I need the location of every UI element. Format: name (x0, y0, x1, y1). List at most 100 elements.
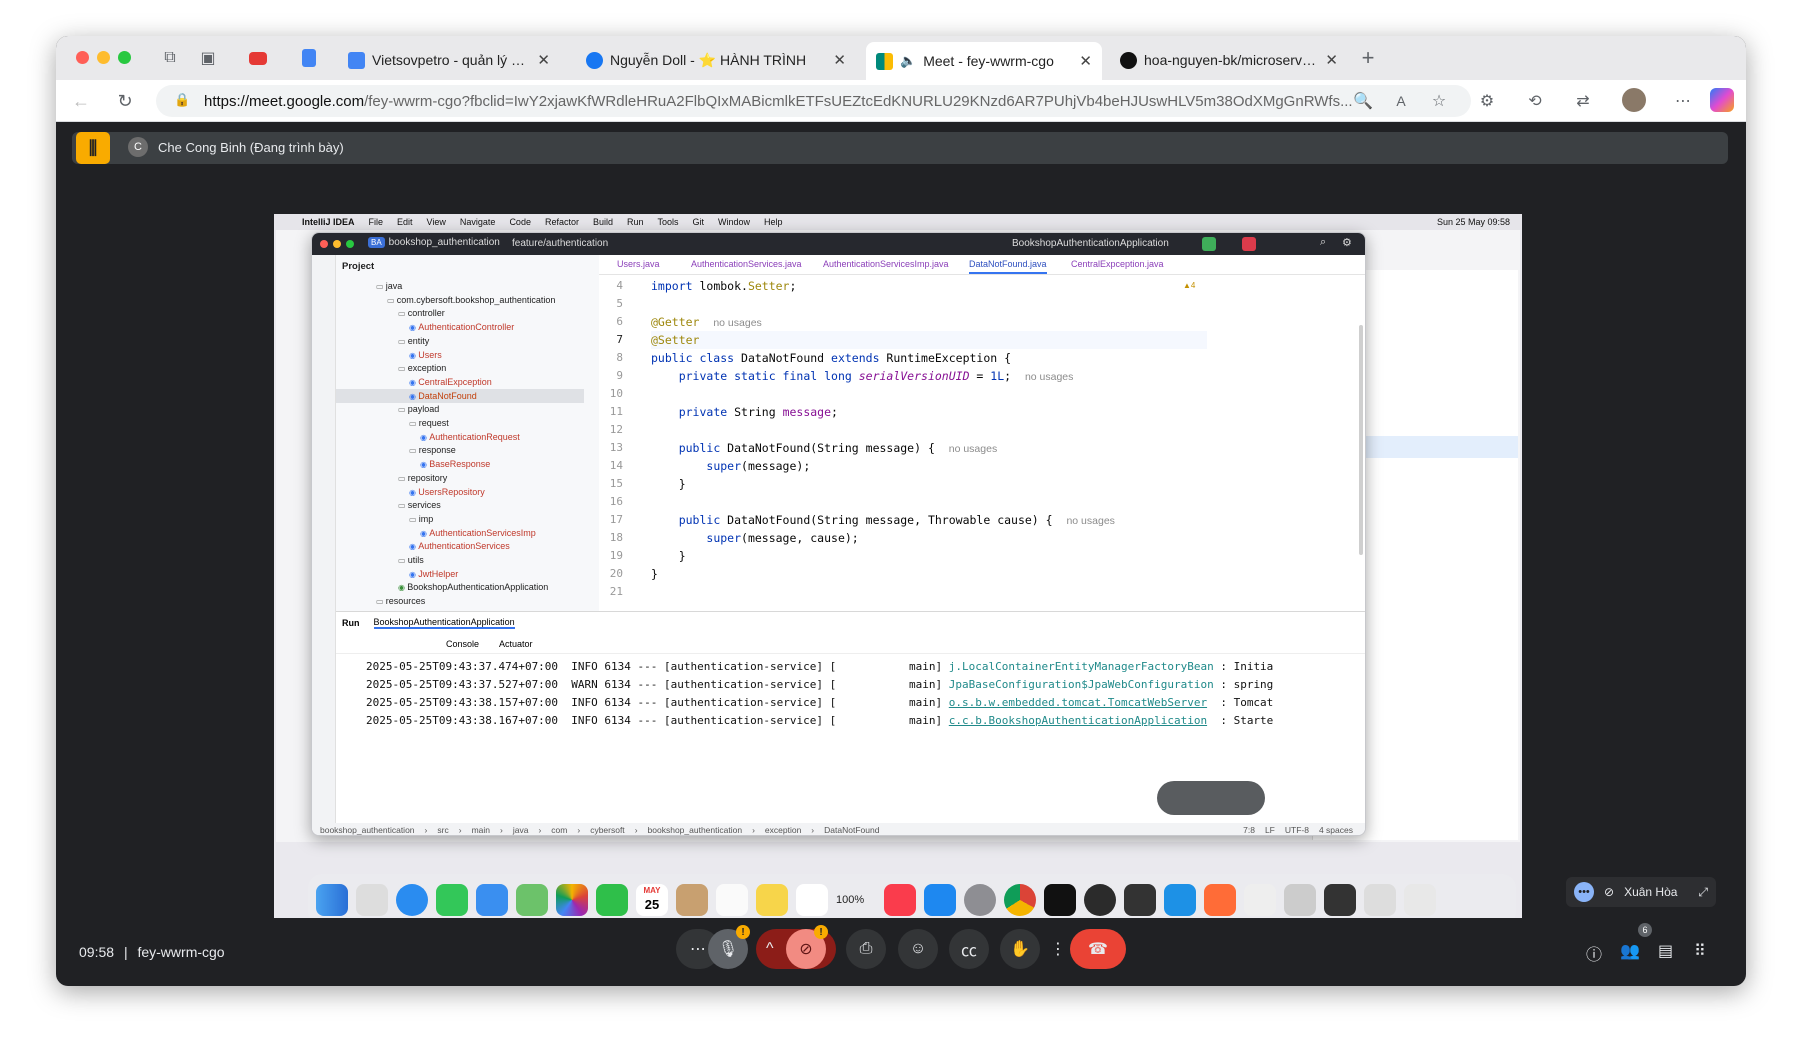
info-icon[interactable]: ⓘ (1586, 941, 1602, 965)
tab-data-not-found[interactable]: DataNotFound.java (969, 259, 1047, 274)
notes-icon[interactable] (756, 884, 788, 916)
warnings-indicator[interactable]: ▲4 (1183, 281, 1195, 290)
close-tab-icon[interactable]: ✕ (1079, 52, 1092, 70)
finder-icon[interactable] (316, 884, 348, 916)
tree-file[interactable]: ◉ DataNotFound (336, 388, 584, 403)
document-icon[interactable] (1284, 884, 1316, 916)
tree-file[interactable]: ◉ JwtHelper (336, 567, 584, 581)
tab-authentication-services[interactable]: AuthenticationServices.java (691, 259, 802, 269)
tree-folder[interactable]: ▭ controller (336, 306, 584, 320)
freeform-icon[interactable] (796, 884, 828, 916)
tree-folder[interactable]: ▭ resources (336, 594, 584, 608)
meet-floating-controls[interactable] (1157, 781, 1265, 815)
favorite-star-icon[interactable]: ☆ (1428, 90, 1450, 112)
cursor-position[interactable]: 7:8 (1243, 825, 1255, 835)
more-menu-icon[interactable]: ⋯ (1672, 90, 1694, 112)
docker-icon[interactable] (1164, 884, 1196, 916)
tab-central-expception[interactable]: CentralExpception.java (1071, 259, 1164, 269)
tree-folder[interactable]: ▭ com.cybersoft.bookshop_authentication (336, 293, 584, 307)
close-tab-icon[interactable]: ✕ (833, 51, 846, 69)
tab-github[interactable]: hoa-nguyen-bk/microservice_ ✕ (1110, 42, 1348, 78)
intellij-icon[interactable] (1044, 884, 1076, 916)
raise-hand-button[interactable]: ✋ (1000, 929, 1040, 969)
run-icon[interactable] (1202, 237, 1216, 251)
reminders-icon[interactable] (716, 884, 748, 916)
breadcrumb[interactable]: DataNotFound (824, 825, 879, 835)
minimize-window-button[interactable] (97, 51, 110, 64)
obs-icon[interactable] (1084, 884, 1116, 916)
chat-icon[interactable]: ▤ (1658, 941, 1673, 961)
tab-users-java[interactable]: Users.java (617, 259, 660, 269)
tab-meet[interactable]: 🔈 Meet - fey-wwrm-cgo ✕ (866, 42, 1102, 80)
console-tab[interactable]: Console (446, 639, 479, 649)
zoom-icon[interactable]: 🔍 (1352, 90, 1374, 112)
tree-file[interactable]: ◉ UsersRepository (336, 485, 584, 499)
tree-file[interactable]: ◉ AuthenticationServices (336, 539, 584, 553)
end-call-button[interactable]: ☎ (1070, 929, 1126, 969)
workspaces-icon[interactable]: ⧉ (160, 48, 180, 68)
branch-selector[interactable]: feature/authentication (512, 238, 608, 249)
back-icon[interactable]: ← (70, 90, 92, 112)
share-icon[interactable]: ⇄ (1572, 90, 1594, 112)
tree-file[interactable]: ◉ AuthenticationController (336, 320, 584, 334)
launchpad-icon[interactable] (356, 884, 388, 916)
tree-folder[interactable]: ▭ repository (336, 471, 584, 485)
folder-icon[interactable] (1364, 884, 1396, 916)
tree-file[interactable]: ◉ CentralExpception (336, 375, 584, 389)
tree-file[interactable]: ◉ AuthenticationServicesImp (336, 526, 584, 540)
more-dots-icon[interactable]: ••• (1574, 882, 1594, 902)
preview-icon[interactable] (1244, 884, 1276, 916)
tree-folder[interactable]: ▭ request (336, 416, 584, 430)
vertical-tabs-icon[interactable]: ▣ (198, 48, 218, 68)
self-view-tile[interactable]: ••• ⊘ Xuân Hòa ⤢ (1566, 877, 1716, 907)
system-settings-icon[interactable] (964, 884, 996, 916)
read-aloud-icon[interactable]: A (1390, 90, 1412, 112)
extensions-icon[interactable]: ⚙ (1476, 90, 1498, 112)
tree-folder[interactable]: ▭ entity (336, 334, 584, 348)
presentation-icon[interactable]: ⫼ (76, 132, 110, 164)
present-screen-button[interactable]: ⎙ (846, 929, 886, 969)
run-config-selector[interactable]: BookshopAuthenticationApplication (1012, 238, 1169, 249)
settings-icon[interactable]: ⚙ (1342, 236, 1352, 249)
safari-icon[interactable] (396, 884, 428, 916)
close-window-button[interactable] (76, 51, 89, 64)
close-tab-icon[interactable]: ✕ (1325, 51, 1338, 69)
people-icon[interactable]: 👥 (1620, 941, 1640, 961)
vlc-icon[interactable] (1124, 884, 1156, 916)
search-icon[interactable]: ⌕ (1320, 236, 1326, 249)
docs-pinned-tab-icon[interactable] (299, 48, 319, 68)
breadcrumb[interactable]: main (472, 825, 490, 835)
maximize-window-button[interactable] (118, 51, 131, 64)
breadcrumb[interactable]: bookshop_authentication (648, 825, 743, 835)
contacts-icon[interactable] (676, 884, 708, 916)
expand-icon[interactable]: ⤢ (1698, 885, 1716, 900)
youtube-pinned-tab-icon[interactable] (248, 48, 268, 68)
tree-file[interactable]: ◉ BaseResponse (336, 457, 584, 471)
stop-icon[interactable] (1242, 237, 1256, 251)
tree-folder[interactable]: ▭ utils (336, 553, 584, 567)
app-store-icon[interactable] (924, 884, 956, 916)
tree-folder[interactable]: ▭ services (336, 498, 584, 512)
tab-vietsovpetro[interactable]: Vietsovpetro - quản lý nhân sự ✕ (338, 42, 560, 78)
reactions-button[interactable]: ☺ (898, 929, 938, 969)
breadcrumb[interactable]: java (513, 825, 529, 835)
project-selector[interactable]: BA bookshop_authentication (368, 237, 500, 248)
mail-icon[interactable] (476, 884, 508, 916)
postman-icon[interactable] (1204, 884, 1236, 916)
chrome-icon[interactable] (1004, 884, 1036, 916)
tree-folder[interactable]: ▭ payload (336, 402, 584, 416)
trash-icon[interactable] (1404, 884, 1436, 916)
indent-setting[interactable]: 4 spaces (1319, 825, 1365, 835)
tree-folder[interactable]: ▭ response (336, 443, 584, 457)
breadcrumb[interactable]: com (551, 825, 567, 835)
messages-icon[interactable] (436, 884, 468, 916)
calendar-icon[interactable]: MAY 25 (636, 884, 668, 916)
tab-authentication-services-imp[interactable]: AuthenticationServicesImp.java (823, 259, 949, 269)
history-icon[interactable]: ⟲ (1524, 90, 1546, 112)
profile-avatar[interactable] (1622, 88, 1646, 112)
captions-button[interactable]: ㏄ (949, 929, 989, 969)
breadcrumb[interactable]: bookshop_authentication (320, 825, 415, 835)
copilot-icon[interactable] (1710, 88, 1734, 112)
activities-icon[interactable]: ⠿ (1694, 941, 1706, 961)
tab-facebook[interactable]: Nguyễn Doll - ⭐ HÀNH TRÌNH ✕ (576, 42, 856, 78)
